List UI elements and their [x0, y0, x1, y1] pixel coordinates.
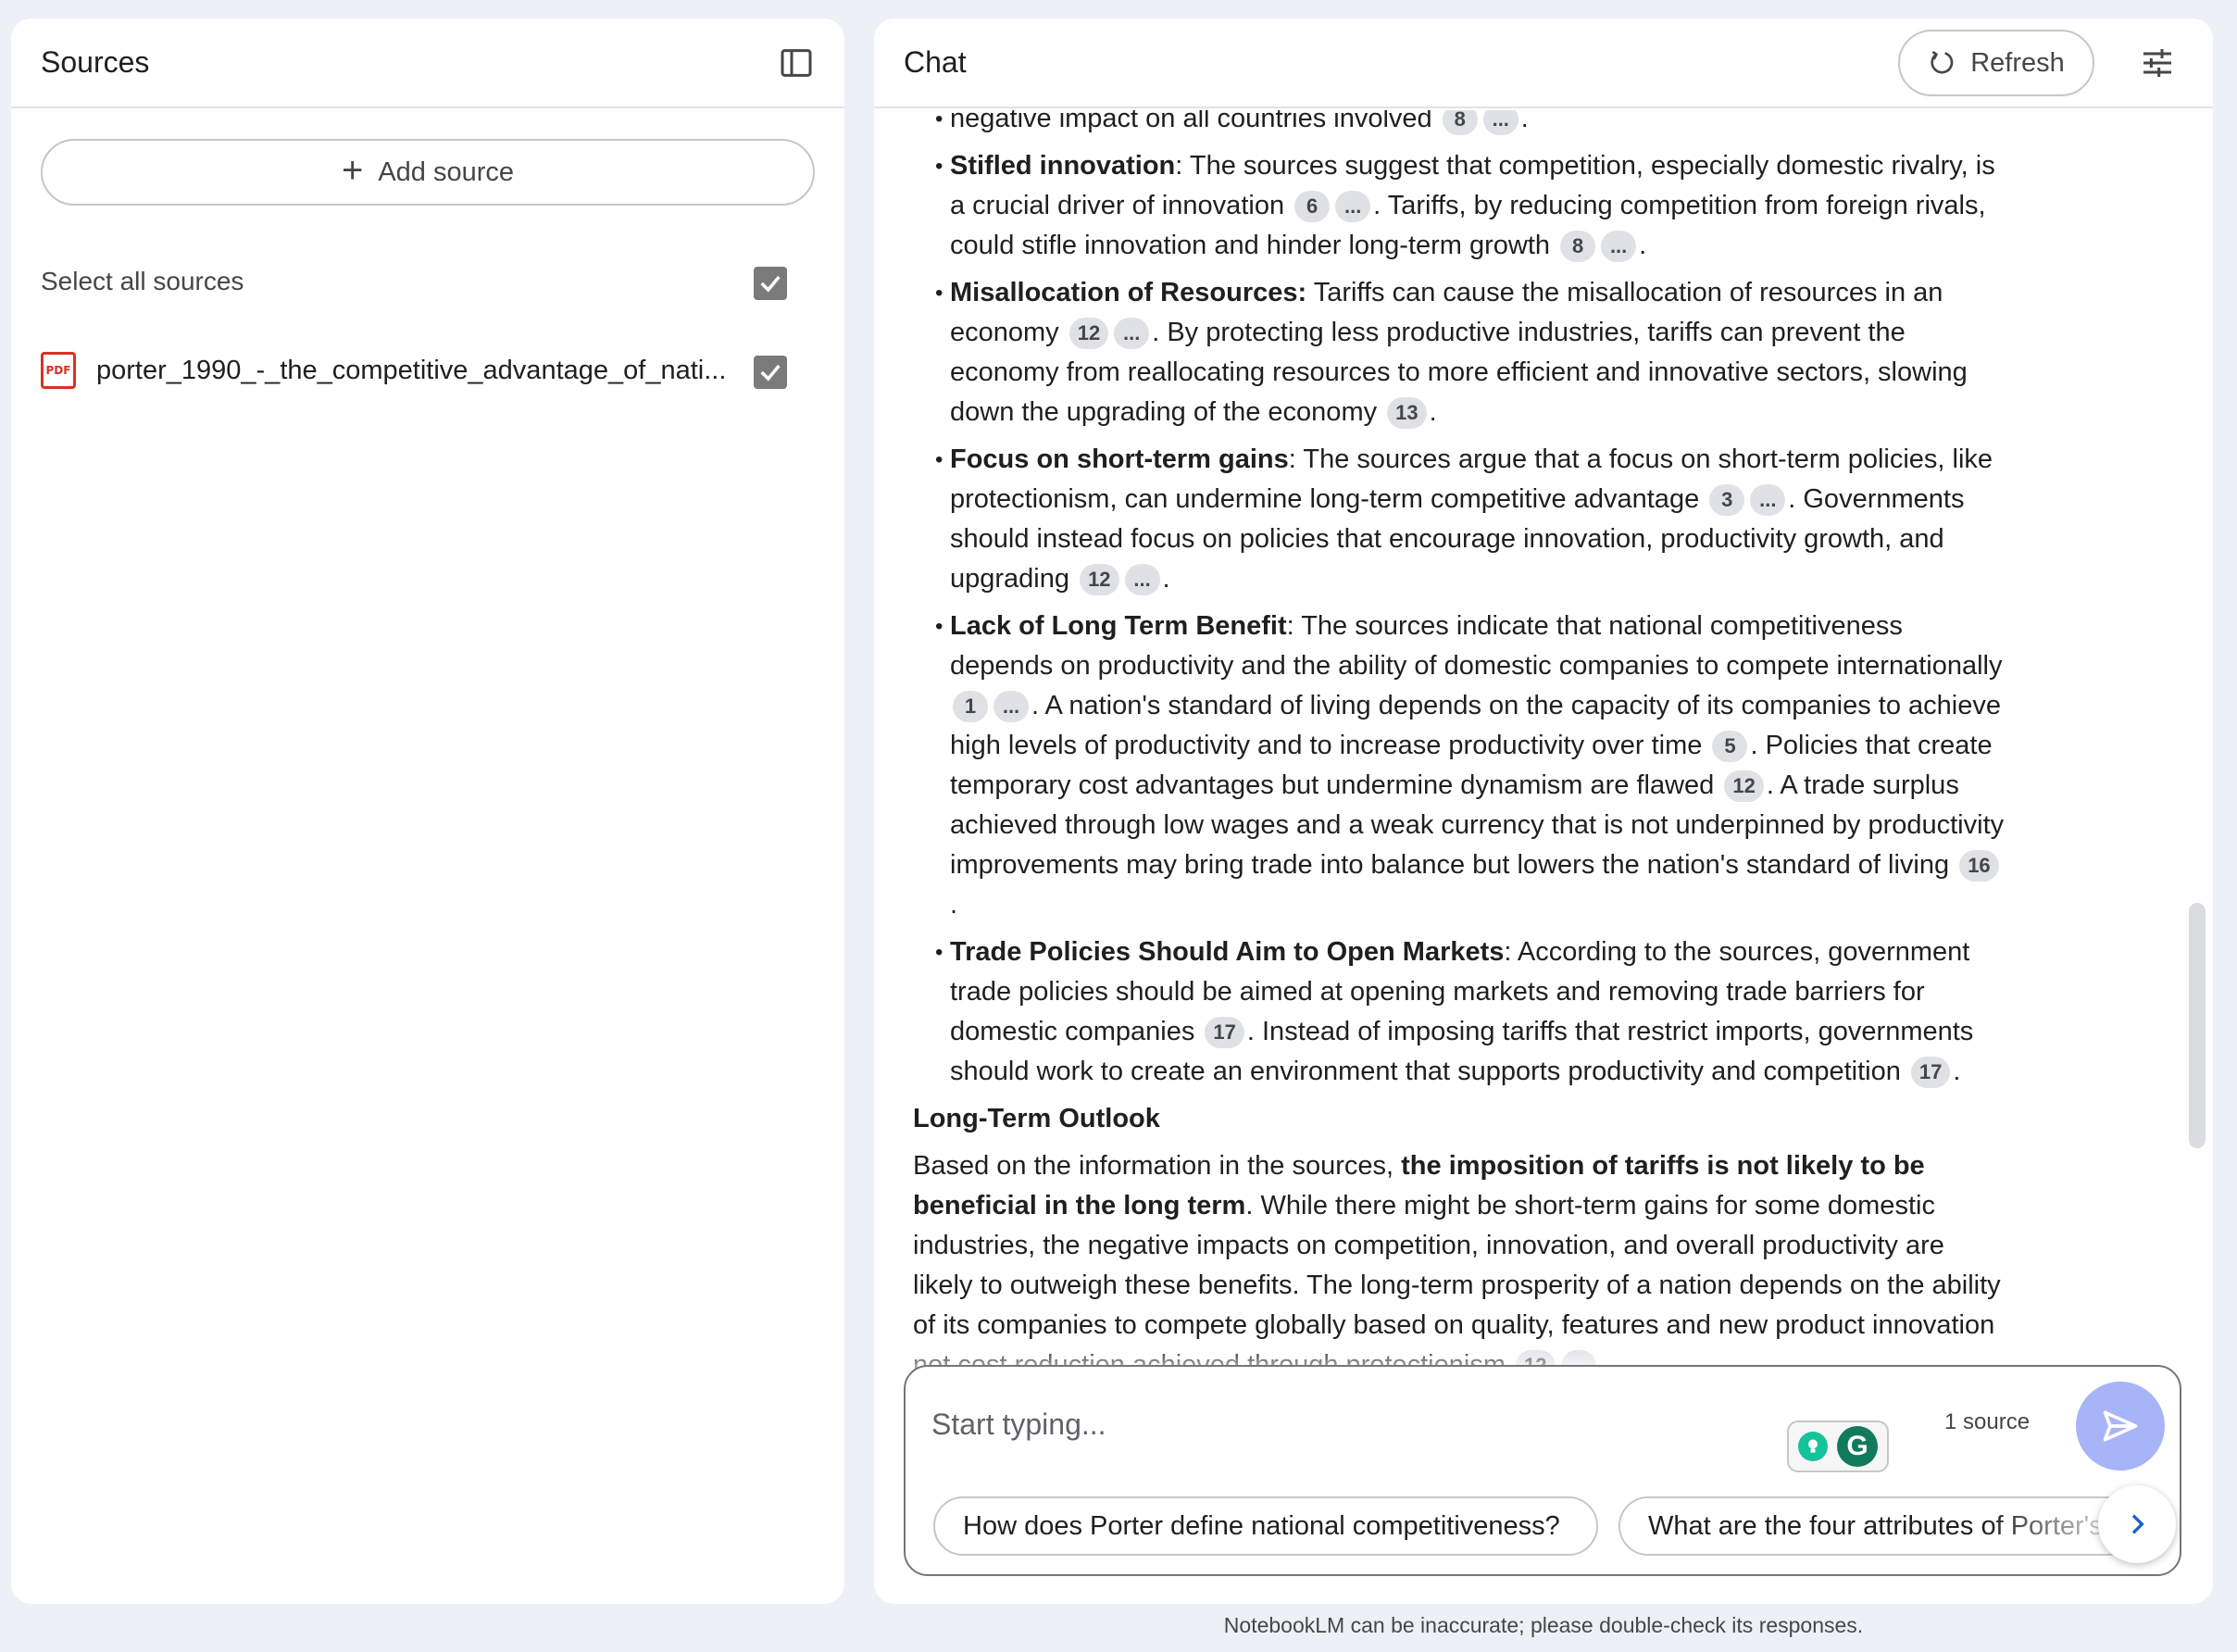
- select-all-label: Select all sources: [41, 267, 244, 295]
- citation-chip[interactable]: 12: [1069, 318, 1109, 350]
- source-count: 1 source: [1944, 1409, 2031, 1434]
- grammarly-icon: G: [1837, 1426, 1878, 1467]
- citation-chip[interactable]: 1: [953, 691, 988, 723]
- sources-panel: Sources + Add source Select all sources …: [11, 19, 844, 1604]
- chevron-right-icon[interactable]: [2098, 1485, 2176, 1563]
- source-item[interactable]: PDF porter_1990_-_the_competitive_advant…: [41, 343, 815, 398]
- chat-scrollbar[interactable]: [2189, 903, 2206, 1148]
- citation-chip[interactable]: 13: [1387, 397, 1427, 430]
- refresh-label: Refresh: [1970, 47, 2065, 78]
- citation-chip[interactable]: 6: [1294, 191, 1331, 223]
- chat-panel: Chat Refresh negative impact on all coun…: [874, 19, 2213, 1604]
- plus-icon: +: [341, 150, 364, 191]
- disclaimer: NotebookLM can be inaccurate; please dou…: [1223, 1613, 1864, 1637]
- response-text: .: [1429, 397, 1437, 427]
- response-text: .: [1953, 1057, 1961, 1086]
- outlook-heading: Long-Term Outlook: [913, 1104, 1160, 1133]
- send-button[interactable]: [2076, 1382, 2165, 1471]
- response-text: .: [1639, 231, 1647, 260]
- add-source-label: Add source: [378, 156, 515, 187]
- citation-chip[interactable]: 5: [1712, 731, 1748, 763]
- citation-chip[interactable]: 8: [1442, 110, 1478, 136]
- chat-response: negative impact on all countries involve…: [913, 110, 2006, 1382]
- response-text: Based on the information in the sources,: [913, 1151, 1402, 1181]
- response-bullet-list: negative impact on all countries involve…: [913, 110, 2006, 1092]
- citation-chip[interactable]: ...: [1114, 318, 1150, 350]
- add-source-button[interactable]: + Add source: [41, 139, 815, 206]
- bold-term: Stifled innovation: [950, 151, 1176, 181]
- response-bullet: Stifled innovation: The sources suggest …: [935, 146, 2006, 266]
- select-all-checkbox[interactable]: [754, 267, 787, 300]
- response-bullet: Misallocation of Resources: Tariffs can …: [935, 273, 2006, 432]
- tune-icon[interactable]: [2131, 37, 2183, 89]
- sources-title: Sources: [41, 45, 150, 79]
- response-bullet: Focus on short-term gains: The sources a…: [935, 440, 2006, 599]
- citation-chip[interactable]: 16: [1959, 850, 1999, 882]
- citation-chip[interactable]: ...: [1750, 484, 1786, 517]
- refresh-icon: [1931, 50, 1954, 74]
- citation-chip[interactable]: 12: [1724, 770, 1764, 803]
- citation-chip[interactable]: ...: [1124, 564, 1160, 596]
- sources-header: Sources: [11, 19, 844, 108]
- response-bullet: Lack of Long Term Benefit: The sources i…: [935, 607, 2006, 925]
- citation-chip[interactable]: 17: [1205, 1017, 1244, 1049]
- grammarly-widget[interactable]: G: [1787, 1420, 1889, 1472]
- chat-header: Chat Refresh: [874, 19, 2213, 108]
- select-all-row[interactable]: Select all sources: [41, 254, 815, 309]
- citation-chip[interactable]: ...: [994, 691, 1029, 723]
- chat-title: Chat: [904, 45, 967, 79]
- suggestion-text: How does Porter define national competit…: [963, 1510, 1560, 1541]
- chat-input-box: G 1 source How does Porter define nation…: [904, 1365, 2181, 1576]
- bold-term: Misallocation of Resources:: [950, 278, 1307, 307]
- source-item-name: porter_1990_-_the_competitive_advantage_…: [96, 355, 727, 385]
- source-item-checkbox[interactable]: [754, 356, 787, 389]
- response-text: .: [950, 890, 958, 920]
- bold-term: Trade Policies Should Aim to Open Market…: [950, 937, 1505, 967]
- response-text: negative impact on all countries involve…: [950, 110, 1440, 133]
- citation-chip[interactable]: 3: [1709, 484, 1745, 517]
- lightbulb-icon: [1798, 1432, 1828, 1461]
- chat-input[interactable]: [931, 1395, 1746, 1454]
- response-bullet: Trade Policies Should Aim to Open Market…: [935, 932, 2006, 1092]
- bold-term: Lack of Long Term Benefit: [950, 611, 1287, 641]
- citation-chip[interactable]: ...: [1601, 231, 1637, 263]
- citation-chip[interactable]: ...: [1335, 191, 1371, 223]
- citation-chip[interactable]: 17: [1910, 1057, 1951, 1089]
- bold-term: Focus on short-term gains: [950, 444, 1289, 474]
- response-bullet: negative impact on all countries involve…: [935, 110, 2006, 139]
- citation-chip[interactable]: ...: [1482, 110, 1518, 136]
- response-text: .: [1520, 110, 1529, 133]
- refresh-button[interactable]: Refresh: [1898, 30, 2094, 96]
- citation-chip[interactable]: 12: [1080, 564, 1119, 596]
- chat-messages[interactable]: negative impact on all countries involve…: [874, 110, 2213, 1382]
- pdf-icon: PDF: [41, 352, 76, 389]
- response-text: .: [1162, 564, 1170, 594]
- citation-chip[interactable]: 8: [1560, 231, 1596, 263]
- send-icon: [2103, 1410, 2138, 1442]
- suggestion-chip[interactable]: How does Porter define national competit…: [933, 1496, 1598, 1556]
- suggestion-chip[interactable]: What are the four attributes of Porter's…: [1618, 1496, 2137, 1556]
- collapse-panel-icon[interactable]: [770, 37, 822, 89]
